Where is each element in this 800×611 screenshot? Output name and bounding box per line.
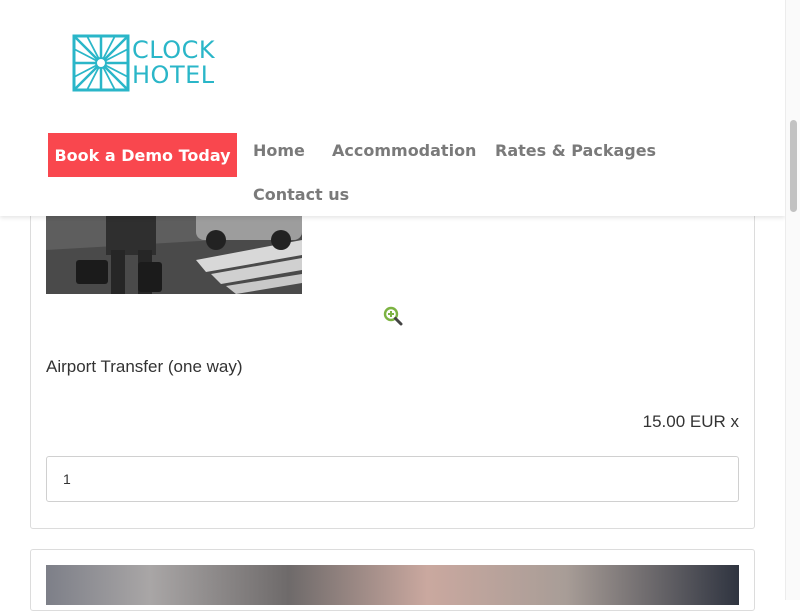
logo-wordmark: CLOCK HOTEL: [132, 38, 215, 88]
nav-accommodation[interactable]: Accommodation: [332, 141, 476, 160]
nav-home[interactable]: Home: [253, 141, 305, 160]
scrollbar-thumb[interactable]: [790, 120, 797, 212]
logo-line-1: CLOCK: [132, 36, 216, 64]
nav-rates-packages[interactable]: Rates & Packages: [495, 141, 656, 160]
nav-contact-us[interactable]: Contact us: [253, 185, 349, 204]
extra-service-price: 15.00 EUR x: [642, 412, 739, 431]
extra-service-title: Airport Transfer (one way): [46, 357, 243, 376]
quantity-input[interactable]: [46, 456, 739, 502]
next-service-photo: [46, 565, 739, 605]
snowflake-logo-icon: [72, 34, 130, 92]
site-header: CLOCK HOTEL Book a Demo Today Home Accom…: [0, 0, 785, 216]
hotel-logo[interactable]: CLOCK HOTEL: [72, 34, 215, 92]
page-scrollbar[interactable]: [785, 0, 800, 600]
book-demo-button[interactable]: Book a Demo Today: [48, 133, 237, 177]
zoom-in-icon[interactable]: [383, 306, 403, 326]
logo-line-2: HOTEL: [132, 61, 215, 89]
